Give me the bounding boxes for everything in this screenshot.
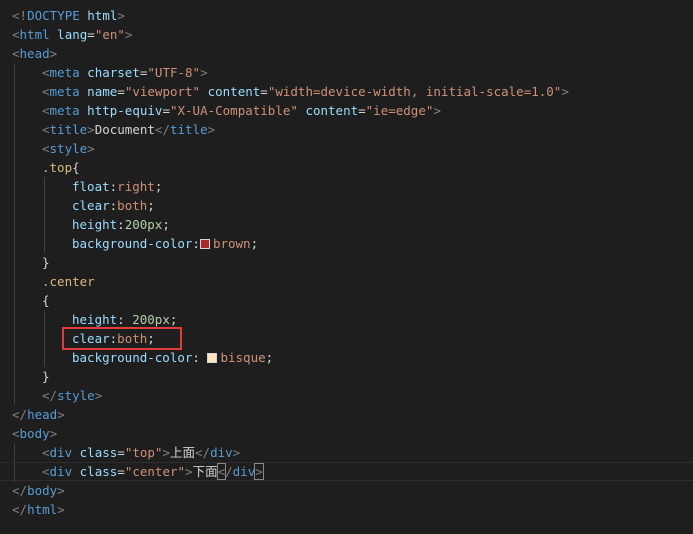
code-line-25-current[interactable]: <div class="center">下面</div> bbox=[0, 462, 693, 482]
code-line-23[interactable]: <body> bbox=[0, 424, 693, 443]
indent-guide bbox=[14, 82, 15, 101]
indent-guide bbox=[14, 272, 15, 291]
indent-guide bbox=[14, 139, 15, 158]
color-swatch-brown[interactable] bbox=[199, 239, 210, 249]
indent-guide bbox=[14, 63, 15, 82]
code-line-10[interactable]: float:right; bbox=[0, 177, 693, 196]
indent-guide bbox=[14, 234, 15, 253]
indent-guide bbox=[44, 348, 45, 367]
indent-guide bbox=[14, 196, 15, 215]
code-line-11[interactable]: clear:both; bbox=[0, 196, 693, 215]
code-line-1[interactable]: <!DOCTYPE html> bbox=[0, 6, 693, 25]
indent-guide bbox=[14, 348, 15, 367]
indent-guide bbox=[44, 215, 45, 234]
code-line-2[interactable]: <html lang="en"> bbox=[0, 25, 693, 44]
code-line-26[interactable]: </body> bbox=[0, 481, 693, 500]
indent-guide bbox=[14, 177, 15, 196]
indent-guide bbox=[14, 367, 15, 386]
indent-guide bbox=[14, 310, 15, 329]
doctype-keyword: DOCTYPE bbox=[27, 8, 80, 23]
code-editor[interactable]: <!DOCTYPE html> <html lang="en"> <head> … bbox=[0, 0, 693, 534]
code-line-4[interactable]: <meta charset="UTF-8"> bbox=[0, 63, 693, 82]
indent-guide bbox=[14, 329, 15, 348]
indent-guide bbox=[14, 463, 15, 482]
code-line-24[interactable]: <div class="top">上面</div> bbox=[0, 443, 693, 462]
code-line-5[interactable]: <meta name="viewport" content="width=dev… bbox=[0, 82, 693, 101]
code-line-27[interactable]: </html> bbox=[0, 500, 693, 519]
code-line-12[interactable]: height:200px; bbox=[0, 215, 693, 234]
code-line-8[interactable]: <style> bbox=[0, 139, 693, 158]
code-line-20[interactable]: } bbox=[0, 367, 693, 386]
code-line-21[interactable]: </style> bbox=[0, 386, 693, 405]
color-swatch-bisque[interactable] bbox=[207, 353, 218, 363]
bracket-match-close: > bbox=[254, 463, 264, 480]
code-line-16[interactable]: { bbox=[0, 291, 693, 310]
indent-guide bbox=[14, 291, 15, 310]
indent-guide bbox=[44, 196, 45, 215]
code-line-7[interactable]: <title>Document</title> bbox=[0, 120, 693, 139]
code-line-19[interactable]: background-color: bisque; bbox=[0, 348, 693, 367]
indent-guide bbox=[14, 386, 15, 405]
code-line-9[interactable]: .top{ bbox=[0, 158, 693, 177]
annotation-highlight-box bbox=[62, 327, 182, 350]
indent-guide bbox=[44, 329, 45, 348]
indent-guide bbox=[14, 443, 15, 462]
code-line-6[interactable]: <meta http-equiv="X-UA-Compatible" conte… bbox=[0, 101, 693, 120]
indent-guide bbox=[14, 120, 15, 139]
code-line-15[interactable]: .center bbox=[0, 272, 693, 291]
indent-guide bbox=[14, 253, 15, 272]
code-line-13[interactable]: background-color: brown; bbox=[0, 234, 693, 253]
indent-guide bbox=[44, 177, 45, 196]
indent-guide bbox=[14, 101, 15, 120]
indent-guide bbox=[44, 310, 45, 329]
indent-guide bbox=[14, 158, 15, 177]
code-lines[interactable]: <!DOCTYPE html> <html lang="en"> <head> … bbox=[0, 6, 693, 519]
indent-guide bbox=[14, 215, 15, 234]
code-line-14[interactable]: } bbox=[0, 253, 693, 272]
bracket-match-open: < bbox=[216, 463, 227, 480]
code-line-3[interactable]: <head> bbox=[0, 44, 693, 63]
indent-guide bbox=[44, 234, 45, 253]
code-line-22[interactable]: </head> bbox=[0, 405, 693, 424]
